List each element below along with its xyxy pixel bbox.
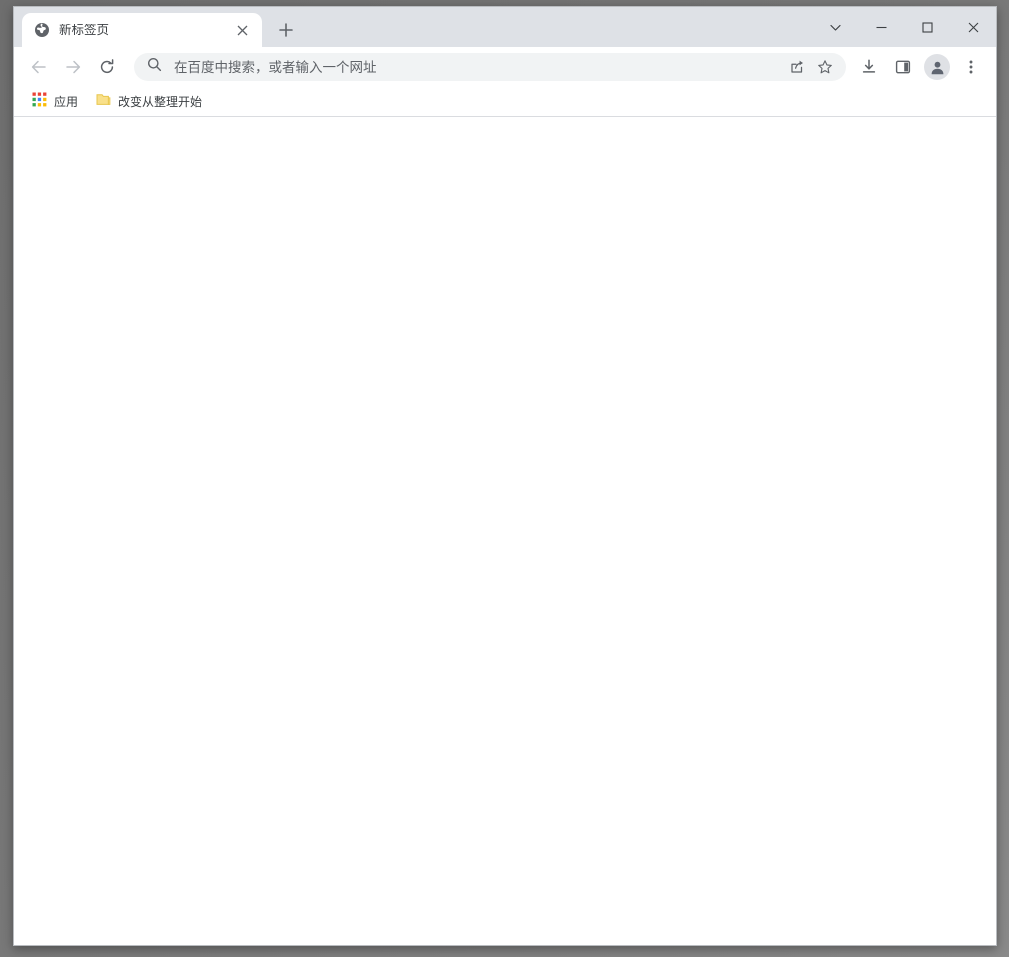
bookmark-item-folder[interactable]: 改变从整理开始 [88,91,210,113]
avatar[interactable] [924,54,950,80]
reload-icon[interactable] [93,53,121,81]
bookmarks-bar: 应用 改变从整理开始 [14,87,996,117]
bookmark-label: 应用 [54,94,79,109]
browser-toolbar [14,47,996,87]
bookmark-item-apps[interactable]: 应用 [24,91,86,113]
tab-strip: 新标签页 [14,7,996,47]
close-window-icon[interactable] [950,7,996,47]
forward-arrow-icon[interactable] [59,53,87,81]
omnibox-actions [782,54,838,80]
browser-tab[interactable]: 新标签页 [22,13,262,47]
chrome-menu-icon[interactable] [957,53,985,81]
search-icon [147,57,162,77]
back-arrow-icon[interactable] [25,53,53,81]
tab-search-chevron-down-icon[interactable] [812,7,858,47]
side-panel-icon[interactable] [889,53,917,81]
minimize-icon[interactable] [858,7,904,47]
globe-icon [34,22,50,38]
window-controls [812,7,996,47]
tab-title: 新标签页 [59,23,110,37]
browser-window: 新标签页 在百度中搜索，或者输入一个网址 应用 改变从整理开始 [13,6,997,946]
new-tab-button[interactable] [272,16,300,44]
folder-icon [96,92,111,112]
omnibox[interactable] [134,53,846,81]
desktop-backdrop: 新标签页 在百度中搜索，或者输入一个网址 应用 改变从整理开始 [0,0,1009,957]
share-icon[interactable] [784,54,810,80]
page-content-area[interactable] [14,117,996,945]
bookmark-label: 改变从整理开始 [118,94,203,109]
address-input[interactable] [174,59,782,75]
maximize-icon[interactable] [904,7,950,47]
apps-grid-icon [32,92,47,112]
tab-close-icon[interactable] [232,20,252,40]
downloads-icon[interactable] [855,53,883,81]
bookmark-star-icon[interactable] [812,54,838,80]
